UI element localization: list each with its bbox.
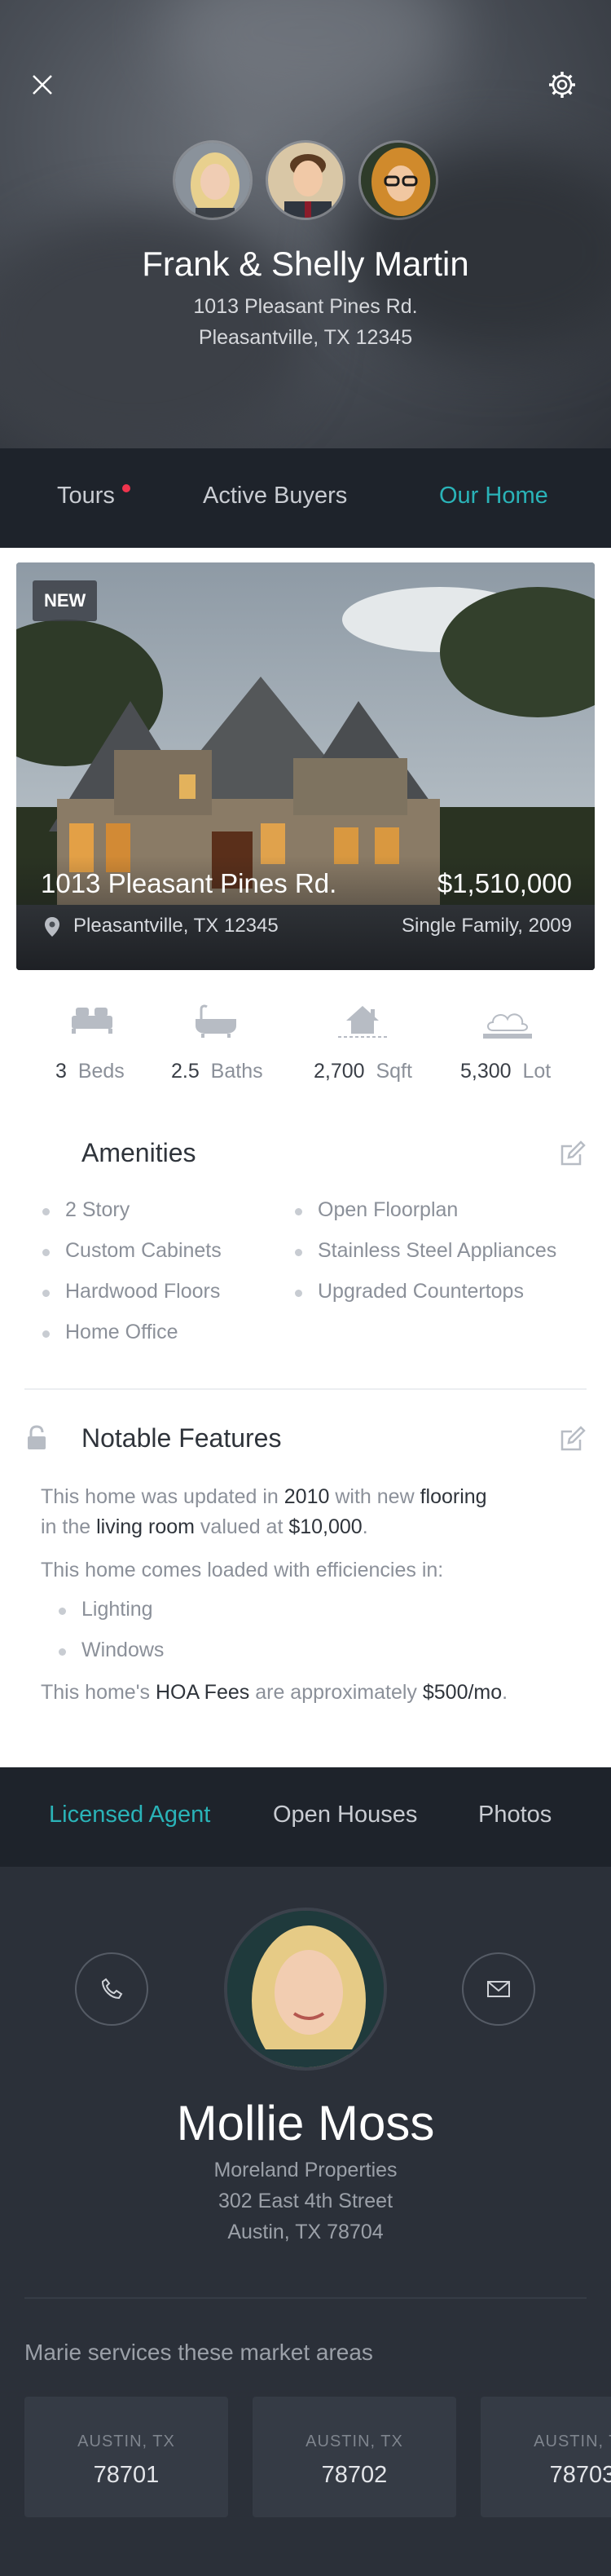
tab-open-houses[interactable]: Open Houses (273, 1802, 417, 1828)
feature-paragraph: This home was updated in 2010 with new f… (41, 1485, 487, 1538)
agent-tab-bar: Licensed Agent Open Houses Photos (0, 1767, 611, 1867)
location-pin-icon (45, 917, 59, 937)
stat-sqft: 2,700 Sqft (314, 1060, 412, 1083)
market-area-card[interactable]: AUSTIN, TX 78702 (253, 2397, 456, 2517)
listing-address: 1013 Pleasant Pines Rd. (41, 868, 337, 898)
email-button[interactable] (462, 1952, 535, 2026)
agent-name: Mollie Moss (176, 2096, 435, 2150)
agent-street: 302 East 4th Street (218, 2190, 393, 2212)
market-area-card[interactable]: AUSTIN, TX 78703 (481, 2397, 611, 2517)
tab-licensed-agent[interactable]: Licensed Agent (49, 1802, 210, 1828)
amenity-item: 2 Story (42, 1198, 130, 1221)
gear-icon[interactable] (544, 67, 580, 103)
market-area-card[interactable]: AUSTIN, TX 78701 (24, 2397, 228, 2517)
divider (24, 2297, 587, 2299)
feature-list-item: Lighting (59, 1598, 153, 1621)
market-areas-title: Marie services these market areas (24, 2340, 373, 2365)
close-icon[interactable] (24, 67, 60, 103)
avatar[interactable] (266, 140, 345, 220)
bathtub-icon (155, 1003, 277, 1043)
listing-card[interactable]: NEW 1013 Pleasant Pines Rd. $1,510,000 P… (16, 562, 595, 970)
amenity-item: Home Office (42, 1321, 178, 1343)
tab-active-buyers[interactable]: Active Buyers (203, 483, 347, 509)
listing-city: Pleasantville, TX 12345 (73, 915, 279, 937)
tab-tours[interactable]: Tours (57, 483, 115, 509)
listing-type: Single Family, 2009 (402, 915, 572, 937)
edit-icon[interactable] (557, 1140, 587, 1169)
lot-icon (446, 1003, 569, 1044)
top-tab-bar: Tours Active Buyers Our Home (0, 448, 611, 548)
profile-header: Frank & Shelly Martin 1013 Pleasant Pine… (0, 0, 611, 448)
client-address-line1: 1013 Pleasant Pines Rd. (193, 295, 418, 318)
agent-avatar[interactable] (224, 1908, 387, 2071)
divider (24, 1388, 587, 1390)
amenity-item: Custom Cabinets (42, 1239, 222, 1262)
bed-icon (31, 1003, 153, 1039)
notable-features-title: Notable Features (81, 1423, 282, 1453)
amenity-item: Hardwood Floors (42, 1280, 221, 1303)
stat-lot: 5,300 Lot (460, 1060, 552, 1083)
feature-list-item: Windows (58, 1639, 165, 1661)
avatar[interactable] (173, 140, 253, 220)
listing-price: $1,510,000 (437, 868, 572, 898)
phone-button[interactable] (75, 1952, 148, 2026)
agent-company: Moreland Properties (213, 2159, 398, 2181)
stat-baths: 2.5 Baths (171, 1060, 263, 1083)
agent-section: Mollie Moss Moreland Properties 302 East… (0, 1867, 611, 2576)
new-badge: NEW (33, 580, 98, 621)
client-address-line2: Pleasantville, TX 12345 (198, 326, 413, 349)
lock-icon (28, 1425, 46, 1449)
client-name: Frank & Shelly Martin (142, 245, 469, 283)
house-icon (301, 1003, 424, 1044)
edit-icon[interactable] (557, 1425, 587, 1454)
notification-dot (122, 484, 130, 492)
tab-our-home[interactable]: Our Home (439, 483, 548, 509)
stat-beds: 3 Beds (55, 1060, 125, 1083)
amenities-title: Amenities (81, 1138, 196, 1167)
amenity-item: Open Floorplan (294, 1198, 459, 1221)
phone-icon (101, 1978, 123, 2000)
tab-photos[interactable]: Photos (478, 1802, 552, 1828)
amenity-item: Stainless Steel Appliances (294, 1239, 557, 1262)
amenity-item: Upgraded Countertops (295, 1280, 524, 1303)
agent-city: Austin, TX 78704 (227, 2221, 384, 2243)
envelope-icon (487, 1981, 510, 1997)
feature-paragraph: This home's HOA Fees are approximately $… (41, 1681, 508, 1704)
feature-paragraph: This home comes loaded with efficiencies… (41, 1559, 444, 1581)
avatar[interactable] (358, 140, 438, 220)
